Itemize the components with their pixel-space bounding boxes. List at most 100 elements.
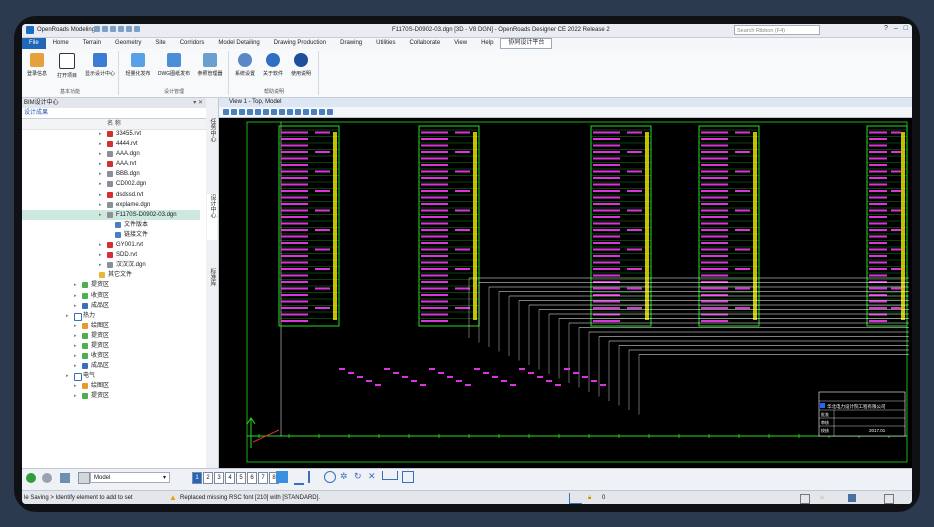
- expand-icon[interactable]: ▸: [74, 391, 77, 401]
- menu-tab[interactable]: Collaborate: [402, 38, 447, 49]
- tree-item[interactable]: ▸ 提资区: [22, 280, 200, 290]
- display-style-icon[interactable]: [231, 109, 237, 115]
- settings-icon[interactable]: ✲: [340, 471, 350, 481]
- menu-tab[interactable]: Model Detailing: [211, 38, 266, 49]
- tab-standard-library[interactable]: 标准库: [207, 268, 217, 302]
- tree-item[interactable]: ▸ 收资区: [22, 291, 200, 301]
- smartline-icon[interactable]: [294, 471, 304, 485]
- tree-item[interactable]: ▸ 绘图区: [22, 381, 200, 391]
- expand-icon[interactable]: ▸: [99, 149, 102, 159]
- tree-item[interactable]: ▸ explame.dgn: [22, 200, 200, 210]
- minimize-icon[interactable]: –: [894, 25, 898, 32]
- element-selection-icon[interactable]: [60, 473, 70, 483]
- expand-icon[interactable]: ▸: [74, 331, 77, 341]
- user-guide-button[interactable]: 使用说明: [288, 53, 314, 77]
- expand-icon[interactable]: ▸: [74, 381, 77, 391]
- zoom-out-icon[interactable]: [255, 109, 261, 115]
- menu-tab[interactable]: Home: [46, 38, 76, 49]
- tree-item[interactable]: ▸ 提资区: [22, 331, 200, 341]
- drawing-canvas[interactable]: 华北电力设计院工程有限公司 批准 审核 校核 2017.01: [219, 118, 912, 468]
- tree-item[interactable]: ▸ 成品区: [22, 361, 200, 371]
- zoom-in-icon[interactable]: [247, 109, 253, 115]
- expand-icon[interactable]: ▸: [74, 301, 77, 311]
- menu-tab[interactable]: Drawing Production: [267, 38, 333, 49]
- expand-icon[interactable]: ▸: [74, 341, 77, 351]
- view-page-button[interactable]: 5: [236, 472, 246, 484]
- menu-tab[interactable]: Corridors: [173, 38, 212, 49]
- expand-icon[interactable]: ▸: [99, 200, 102, 210]
- tree-item[interactable]: ▸ GY001.rvt: [22, 240, 200, 250]
- expand-icon[interactable]: ▸: [99, 179, 102, 189]
- snap-icon[interactable]: [569, 493, 582, 504]
- lightweight-publish-button[interactable]: 轻量化发布: [122, 53, 154, 77]
- restore-icon[interactable]: □: [904, 25, 908, 32]
- tree-item[interactable]: ▸ 电气: [22, 371, 200, 382]
- fit-view-icon[interactable]: [271, 109, 277, 115]
- menu-tab[interactable]: View: [447, 38, 474, 49]
- update-view-icon[interactable]: [239, 109, 245, 115]
- tree-item[interactable]: ▸ 4444.rvt: [22, 139, 200, 149]
- redo-icon[interactable]: [110, 26, 116, 32]
- open-project-button[interactable]: 打开项目: [54, 53, 80, 79]
- lock-icon[interactable]: 🔒︎: [588, 491, 591, 504]
- tree-item[interactable]: ▸ AAA.dgn: [22, 149, 200, 159]
- expand-icon[interactable]: ▸: [66, 311, 69, 321]
- help-icon[interactable]: ?: [884, 25, 888, 32]
- view-page-button[interactable]: 6: [247, 472, 257, 484]
- expand-icon[interactable]: ▸: [99, 190, 102, 200]
- ribbon-search-input[interactable]: Search Ribbon (F4): [734, 25, 820, 35]
- expand-icon[interactable]: ▸: [99, 139, 102, 149]
- print-icon[interactable]: [126, 26, 132, 32]
- undo-icon[interactable]: [102, 26, 108, 32]
- tab-design-center[interactable]: 设计中心: [207, 194, 217, 240]
- view-page-button[interactable]: 2: [203, 472, 213, 484]
- menu-tab[interactable]: Drawing: [333, 38, 369, 49]
- show-design-center-button[interactable]: 显示设计中心: [84, 53, 116, 77]
- expand-icon[interactable]: ▸: [74, 351, 77, 361]
- circle-icon[interactable]: [324, 471, 336, 483]
- accudraw-icon[interactable]: [276, 471, 288, 483]
- open-icon[interactable]: [118, 26, 124, 32]
- menu-tab[interactable]: Site: [148, 38, 172, 49]
- dimension-icon[interactable]: [382, 471, 398, 480]
- expand-icon[interactable]: ▸: [99, 210, 102, 220]
- tree-item[interactable]: ▸ 热力: [22, 311, 200, 321]
- menu-tab[interactable]: Terrain: [76, 38, 108, 49]
- view-icon[interactable]: [884, 494, 894, 504]
- camera-icon[interactable]: [327, 109, 333, 115]
- expand-icon[interactable]: ▸: [74, 361, 77, 371]
- arc-icon[interactable]: ↻: [354, 471, 364, 481]
- tree-item[interactable]: ▸ 成品区: [22, 301, 200, 311]
- view-page-button[interactable]: 3: [214, 472, 224, 484]
- view-next-icon[interactable]: [303, 109, 309, 115]
- expand-icon[interactable]: ▸: [74, 291, 77, 301]
- save-icon[interactable]: [94, 26, 100, 32]
- menu-tab[interactable]: Utilities: [369, 38, 402, 49]
- tab-design-results[interactable]: 设计成果: [22, 108, 206, 119]
- tree-item[interactable]: ▸ 收资区: [22, 351, 200, 361]
- expand-icon[interactable]: ▸: [99, 129, 102, 139]
- tree-item[interactable]: ▸ BBB.dgn: [22, 169, 200, 179]
- back-icon[interactable]: [26, 473, 36, 483]
- tree-item[interactable]: ▸ CD002.dgn: [22, 179, 200, 189]
- grid-icon[interactable]: [800, 494, 810, 504]
- expand-icon[interactable]: ▸: [74, 321, 77, 331]
- system-settings-button[interactable]: 系统设置: [232, 53, 258, 77]
- tree-item[interactable]: 文件版本: [22, 220, 200, 230]
- forward-icon[interactable]: [42, 473, 52, 483]
- window-area-icon[interactable]: [263, 109, 269, 115]
- panel-close-icon[interactable]: ▾ ✕: [193, 98, 203, 108]
- dwg-publish-button[interactable]: DWG图纸发布: [156, 53, 192, 77]
- menu-tab[interactable]: File: [22, 38, 46, 49]
- menu-tab[interactable]: Help: [474, 38, 500, 49]
- view-page-button[interactable]: 7: [258, 472, 268, 484]
- tab-task-center[interactable]: 任务中心: [207, 118, 217, 164]
- tree-item[interactable]: ▸ dsdssd.rvt: [22, 190, 200, 200]
- tree-item[interactable]: ▸ 绘图区: [22, 321, 200, 331]
- expand-icon[interactable]: ▸: [66, 371, 69, 381]
- expand-icon[interactable]: ▸: [99, 250, 102, 260]
- rotate-view-icon[interactable]: [279, 109, 285, 115]
- pin-icon[interactable]: [134, 26, 140, 32]
- expand-icon[interactable]: ▸: [74, 280, 77, 290]
- tree-item[interactable]: ▸ 33455.rvt: [22, 129, 200, 139]
